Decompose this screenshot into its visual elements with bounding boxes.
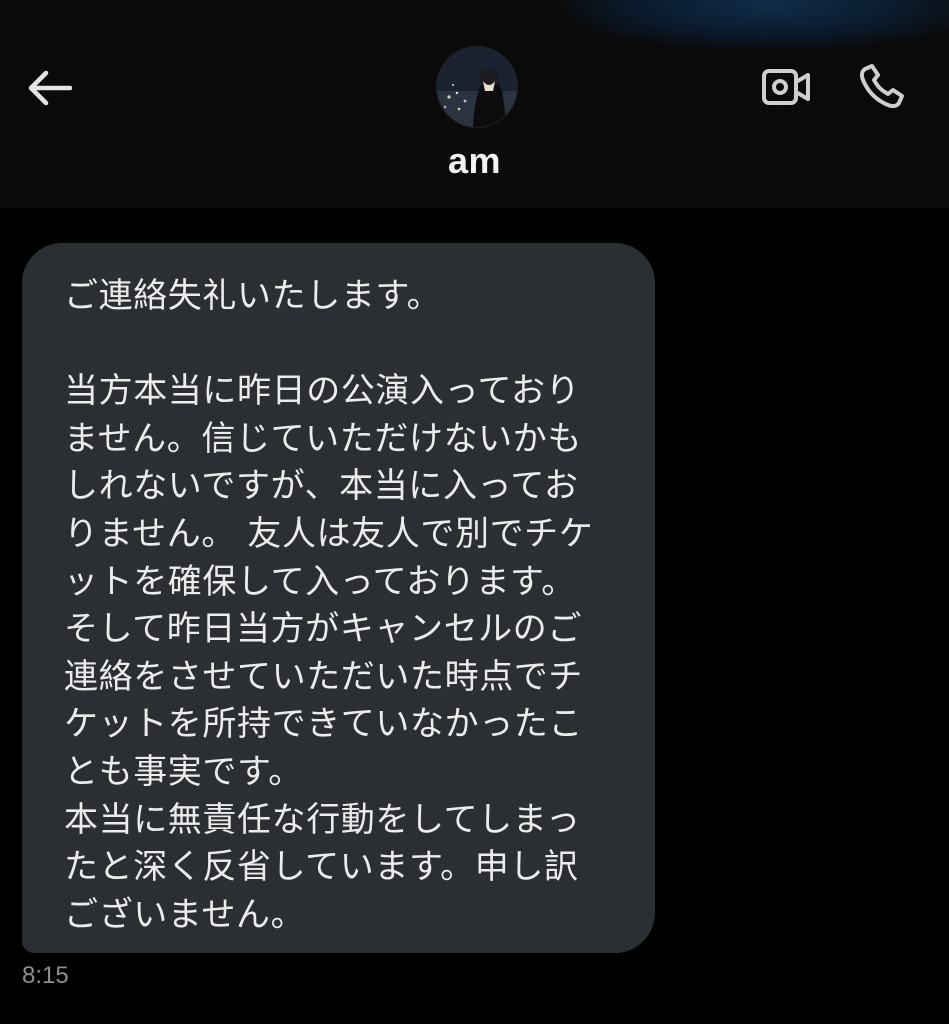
message-line: そして昨日当方がキャンセルのご bbox=[64, 609, 582, 650]
message-line: ございません。 bbox=[64, 894, 306, 935]
message-line bbox=[64, 321, 635, 369]
message-line: 本当に無責任な行動をしてしまっ bbox=[64, 799, 581, 840]
avatar-photo bbox=[437, 47, 517, 127]
message-line: しれないですが、本当に入ってお bbox=[64, 466, 579, 507]
message-line: たと深く反省しています。申し訳 bbox=[64, 847, 579, 888]
header-background-glow bbox=[560, 0, 949, 50]
voice-call-button[interactable] bbox=[852, 58, 912, 114]
video-call-button[interactable] bbox=[756, 62, 816, 112]
message-line: とも事実です。 bbox=[64, 751, 303, 792]
message-bubble[interactable]: ご連絡失礼いたします。 当方本当に昨日の公演入っており ません。信じていただけな… bbox=[22, 243, 655, 953]
message-line: 連絡をさせていただいた時点でチ bbox=[64, 656, 583, 697]
phone-icon bbox=[859, 64, 904, 109]
chat-header: am bbox=[0, 0, 949, 208]
message-line: りません。 友人は友人で別でチケ bbox=[64, 513, 594, 554]
message-timestamp: 8:15 bbox=[22, 962, 69, 989]
message-line: ケットを所持できていなかったこ bbox=[64, 704, 583, 745]
avatar[interactable] bbox=[436, 46, 518, 128]
contact-name[interactable]: am bbox=[0, 140, 949, 182]
message-line: 当方本当に昨日の公演入っており bbox=[64, 371, 581, 412]
message-line: ません。信じていただけないかも bbox=[64, 418, 582, 459]
arrow-left-icon bbox=[28, 70, 73, 106]
message-line: ご連絡失礼いたします。 bbox=[64, 276, 442, 316]
video-camera-icon bbox=[762, 69, 810, 105]
message-line: ットを確保して入っております。 bbox=[64, 561, 576, 602]
back-button[interactable] bbox=[22, 62, 78, 114]
chat-screen: am ご連絡失礼いたします。 当方本当に昨日の公演入っており ません。信じていた… bbox=[0, 0, 949, 1024]
